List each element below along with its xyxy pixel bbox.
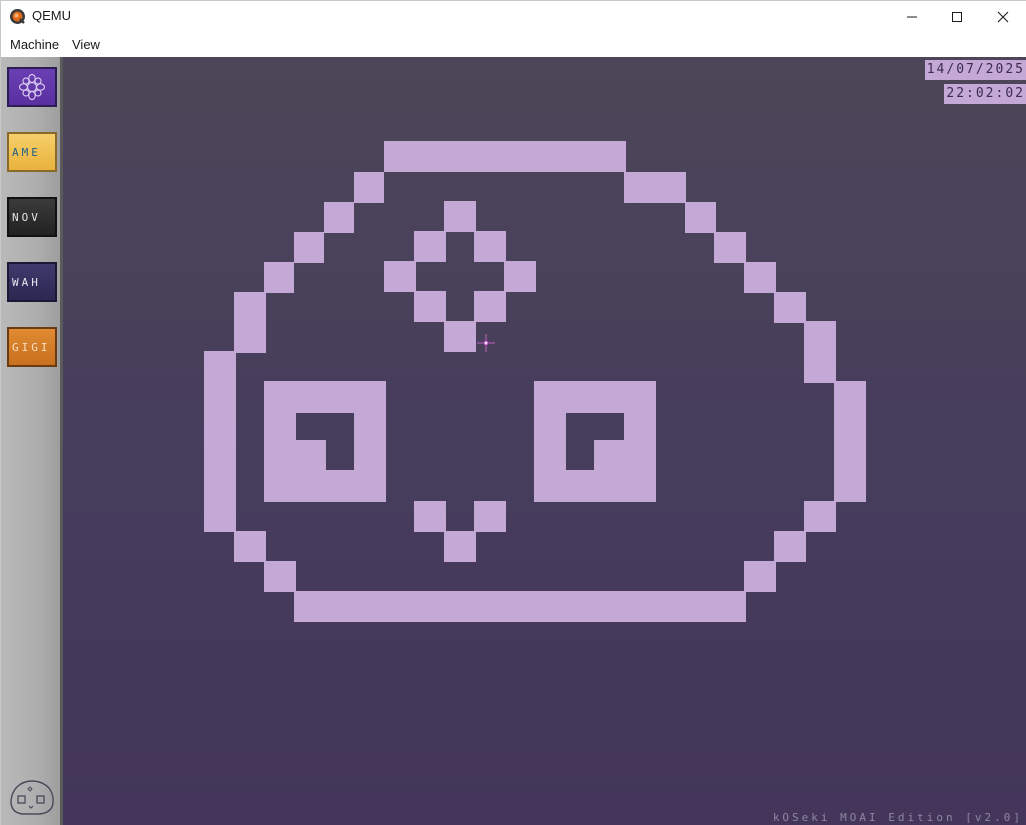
close-icon bbox=[997, 11, 1009, 22]
title-bar[interactable]: QEMU bbox=[1, 1, 1026, 32]
minimize-button[interactable] bbox=[889, 1, 935, 32]
qemu-window: QEMU Machine View AME NOV WAH GIGI 14/07… bbox=[0, 0, 1026, 825]
maximize-button[interactable] bbox=[934, 1, 980, 32]
maximize-icon bbox=[952, 11, 962, 22]
crosshair-cursor-icon bbox=[477, 334, 495, 356]
menu-bar: Machine View bbox=[1, 32, 1026, 57]
close-button[interactable] bbox=[980, 1, 1026, 32]
minimize-icon bbox=[907, 16, 917, 17]
moai-face-icon bbox=[204, 141, 866, 622]
edition-footer: kOSeki MOAI Edition [v2.0] bbox=[772, 811, 1023, 824]
window-title: QEMU bbox=[32, 8, 71, 23]
menu-machine[interactable]: Machine bbox=[10, 37, 59, 52]
guest-display[interactable]: AME NOV WAH GIGI 14/07/2025 22:02:02 kOS… bbox=[1, 57, 1026, 825]
menu-view[interactable]: View bbox=[72, 37, 100, 52]
qemu-app-icon bbox=[9, 8, 26, 25]
